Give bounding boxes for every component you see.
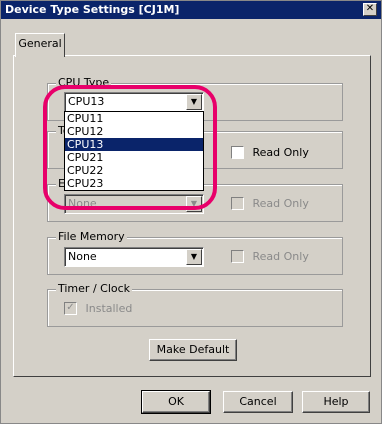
cpu-type-legend: CPU Type (56, 76, 112, 90)
cpu-type-value: CPU13 (68, 95, 105, 108)
timer-clock-legend: Timer / Clock (56, 282, 133, 296)
make-default-button[interactable]: Make Default (149, 339, 237, 361)
ok-button[interactable]: OK (141, 390, 211, 414)
read-only-label: Read Only (252, 197, 309, 210)
help-label: Help (323, 395, 349, 408)
dropdown-option-cpu23[interactable]: CPU23 (65, 177, 203, 190)
title-bar: Device Type Settings [CJ1M] ✕ (1, 1, 381, 19)
device-type-settings-window: Device Type Settings [CJ1M] ✕ General CP… (0, 0, 382, 424)
checkbox (231, 196, 244, 210)
checkbox (231, 249, 244, 263)
group-3-combo: None ▼ (64, 194, 204, 214)
checkbox[interactable] (231, 145, 244, 159)
dropdown-option-cpu13[interactable]: CPU13 (65, 138, 203, 151)
chevron-down-icon[interactable]: ▼ (186, 94, 202, 110)
window-title: Device Type Settings [CJ1M] (5, 3, 180, 16)
read-only-label: Read Only (252, 146, 309, 159)
cpu-type-dropdown-list[interactable]: CPU11 CPU12 CPU13 CPU21 CPU22 CPU23 (64, 111, 204, 191)
group-3-value: None (68, 197, 97, 210)
dropdown-option-cpu22[interactable]: CPU22 (65, 164, 203, 177)
close-icon: ✕ (365, 3, 375, 14)
cancel-button[interactable]: Cancel (223, 391, 293, 413)
installed-checkbox-row: ✓ Installed (64, 301, 133, 318)
installed-label: Installed (85, 302, 133, 315)
group-2-read-only[interactable]: Read Only (231, 145, 309, 162)
dropdown-option-cpu12[interactable]: CPU12 (65, 125, 203, 138)
chevron-down-icon: ▼ (186, 196, 202, 212)
chevron-down-icon[interactable]: ▼ (186, 249, 202, 265)
tab-general[interactable]: General (15, 33, 65, 57)
ok-label: OK (168, 395, 184, 408)
cancel-label: Cancel (239, 395, 277, 408)
close-button[interactable]: ✕ (363, 3, 377, 16)
file-memory-legend: File Memory (56, 230, 127, 244)
group-3-read-only: Read Only (231, 196, 309, 213)
file-memory-read-only: Read Only (231, 249, 309, 266)
make-default-label: Make Default (156, 343, 230, 356)
check-icon: ✓ (64, 301, 77, 315)
dropdown-option-cpu11[interactable]: CPU11 (65, 112, 203, 125)
help-button[interactable]: Help (302, 391, 370, 413)
file-memory-value: None (68, 250, 97, 263)
cpu-type-combo[interactable]: CPU13 ▼ (64, 92, 204, 112)
file-memory-combo[interactable]: None ▼ (64, 247, 204, 267)
tab-general-label: General (18, 37, 62, 50)
dropdown-option-cpu21[interactable]: CPU21 (65, 151, 203, 164)
read-only-label: Read Only (252, 250, 309, 263)
